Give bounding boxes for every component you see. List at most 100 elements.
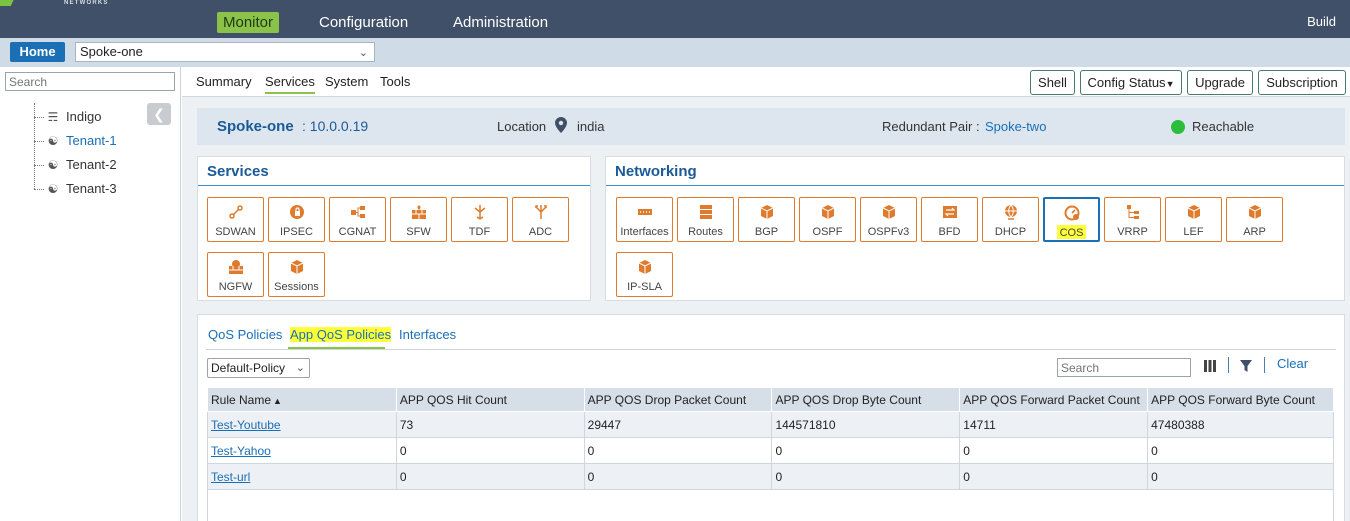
redundant-pair-link[interactable]: Spoke-two [985, 119, 1046, 134]
device-select[interactable]: Spoke-one ⌄ [75, 42, 375, 62]
config-status-label: Config Status [1087, 75, 1166, 90]
service-tile-tdf[interactable]: TDF [451, 197, 508, 242]
net-tile-routes[interactable]: Routes [677, 197, 734, 242]
brand-logo-text: NETWORKS [64, 0, 109, 6]
cgnat-icon [350, 206, 365, 218]
policy-select[interactable]: Default-Policy ⌄ [207, 358, 310, 378]
service-tile-sfw[interactable]: SFW [390, 197, 447, 242]
net-tile-cos[interactable]: COS [1043, 197, 1100, 242]
column-header[interactable]: APP QOS Forward Packet Count [959, 387, 1149, 412]
active-tab-indicator [288, 347, 385, 349]
rules-search-input[interactable] [1057, 358, 1191, 377]
device-name: Spoke-one [217, 118, 294, 135]
table-cell: 0 [583, 463, 773, 490]
net-tile-lef[interactable]: LEF [1165, 197, 1222, 242]
shell-button[interactable]: Shell [1030, 70, 1075, 95]
tab-app-qos-policies[interactable]: App QoS Policies [290, 327, 392, 342]
toolbar-divider [1228, 357, 1229, 373]
tenant-icon: ☯ [47, 158, 59, 172]
app-qos-tab-label: App QoS Policies [290, 327, 392, 342]
tab-interfaces[interactable]: Interfaces [399, 327, 456, 342]
service-tile-adc[interactable]: ADC [512, 197, 569, 242]
cos-gauge-icon [1064, 205, 1079, 221]
status-text: Reachable [1192, 119, 1255, 134]
org-icon: ☴ [47, 110, 59, 124]
routes-icon [699, 205, 712, 219]
net-tile-label: LEF [1183, 226, 1204, 238]
table-row: Test-Youtube 73 29447 144571810 14711 47… [207, 411, 1334, 438]
nav-monitor[interactable]: Monitor [217, 12, 280, 33]
table-cell: 0 [959, 437, 1149, 464]
column-header-label: Rule Name [211, 392, 272, 407]
service-tile-sessions[interactable]: Sessions [268, 252, 325, 297]
main-content: Summary Services System Tools Shell Conf… [182, 67, 1350, 521]
brand-logo-icon [0, 0, 18, 6]
rule-link[interactable]: Test-Yahoo [211, 444, 271, 458]
net-tile-ospf[interactable]: OSPF [799, 197, 856, 242]
nav-administration[interactable]: Administration [453, 12, 548, 34]
column-header[interactable]: APP QOS Drop Byte Count [771, 387, 961, 412]
cube-icon [638, 260, 651, 274]
column-header[interactable]: APP QOS Forward Byte Count [1147, 387, 1334, 412]
service-tile-label: IPSEC [279, 226, 313, 238]
service-tile-label: SFW [406, 226, 431, 238]
net-tile-interfaces[interactable]: Interfaces [616, 197, 673, 242]
rule-link[interactable]: Test-url [211, 470, 250, 484]
cube-icon [1248, 205, 1261, 219]
vrrp-icon [1126, 205, 1139, 219]
ngfw-icon [228, 260, 243, 274]
column-header[interactable]: APP QOS Hit Count [395, 387, 585, 412]
service-tile-ipsec[interactable]: IPSEC [268, 197, 325, 242]
tab-tools[interactable]: Tools [380, 74, 410, 89]
location-label: Location [497, 119, 547, 134]
tab-summary[interactable]: Summary [196, 74, 252, 89]
net-tile-ospfv3[interactable]: OSPFv3 [860, 197, 917, 242]
net-tile-vrrp[interactable]: VRRP [1104, 197, 1161, 242]
services-title-rule [198, 185, 590, 186]
filter-icon[interactable] [1239, 359, 1253, 373]
networking-title: Networking [615, 163, 697, 180]
nav-configuration[interactable]: Configuration [319, 12, 408, 34]
tree-item-tenant-1[interactable]: ☯ Tenant-1 [34, 132, 117, 150]
column-header[interactable]: APP QOS Drop Packet Count [583, 387, 773, 412]
table-cell: 0 [771, 463, 961, 490]
tree-item-indigo[interactable]: ☴ Indigo [34, 108, 101, 126]
upgrade-button[interactable]: Upgrade [1187, 70, 1253, 95]
net-tile-ip-sla[interactable]: IP-SLA [616, 252, 673, 297]
tree-search-input[interactable] [5, 72, 175, 91]
net-tile-dhcp[interactable]: DHCP [982, 197, 1039, 242]
tab-system[interactable]: System [325, 74, 368, 89]
tree-item-tenant-3[interactable]: ☯ Tenant-3 [34, 180, 117, 198]
net-tile-bfd[interactable]: BFD [921, 197, 978, 242]
services-title: Services [207, 163, 269, 180]
service-tile-sdwan[interactable]: SDWAN [207, 197, 264, 242]
table-cell: 29447 [583, 411, 773, 438]
net-tile-label: COS [1045, 225, 1098, 239]
table-cell: 14711 [959, 411, 1149, 438]
net-tile-bgp[interactable]: BGP [738, 197, 795, 242]
tab-divider [206, 349, 1336, 350]
chevron-down-icon: ⌄ [358, 47, 368, 59]
table-cell: 0 [395, 437, 585, 464]
columns-icon[interactable] [1203, 359, 1217, 373]
table-cell: 0 [771, 437, 961, 464]
config-status-button[interactable]: Config Status▼ [1080, 70, 1182, 95]
cos-label-highlight: COS [1056, 225, 1087, 239]
clear-filter-link[interactable]: Clear [1277, 356, 1308, 371]
tab-qos-policies[interactable]: QoS Policies [208, 327, 282, 342]
column-header-rule-name[interactable]: Rule Name ▲ [207, 387, 397, 412]
service-tile-ngfw[interactable]: NGFW [207, 252, 264, 297]
service-tile-cgnat[interactable]: CGNAT [329, 197, 386, 242]
tab-services[interactable]: Services [265, 74, 315, 94]
service-tile-label: SDWAN [215, 226, 256, 238]
collapse-pane-icon[interactable]: ❮ [147, 103, 171, 125]
home-button[interactable]: Home [10, 42, 65, 62]
redundant-pair-label: Redundant Pair : [882, 119, 980, 134]
rule-link[interactable]: Test-Youtube [211, 418, 281, 432]
tree-item-tenant-2[interactable]: ☯ Tenant-2 [34, 156, 117, 174]
app-qos-panel: QoS Policies App QoS Policies Interfaces… [197, 314, 1345, 521]
subscription-button[interactable]: Subscription [1258, 70, 1346, 95]
net-tile-arp[interactable]: ARP [1226, 197, 1283, 242]
build-link[interactable]: Build [1307, 14, 1336, 29]
sort-icon[interactable]: ▲ [273, 396, 282, 406]
